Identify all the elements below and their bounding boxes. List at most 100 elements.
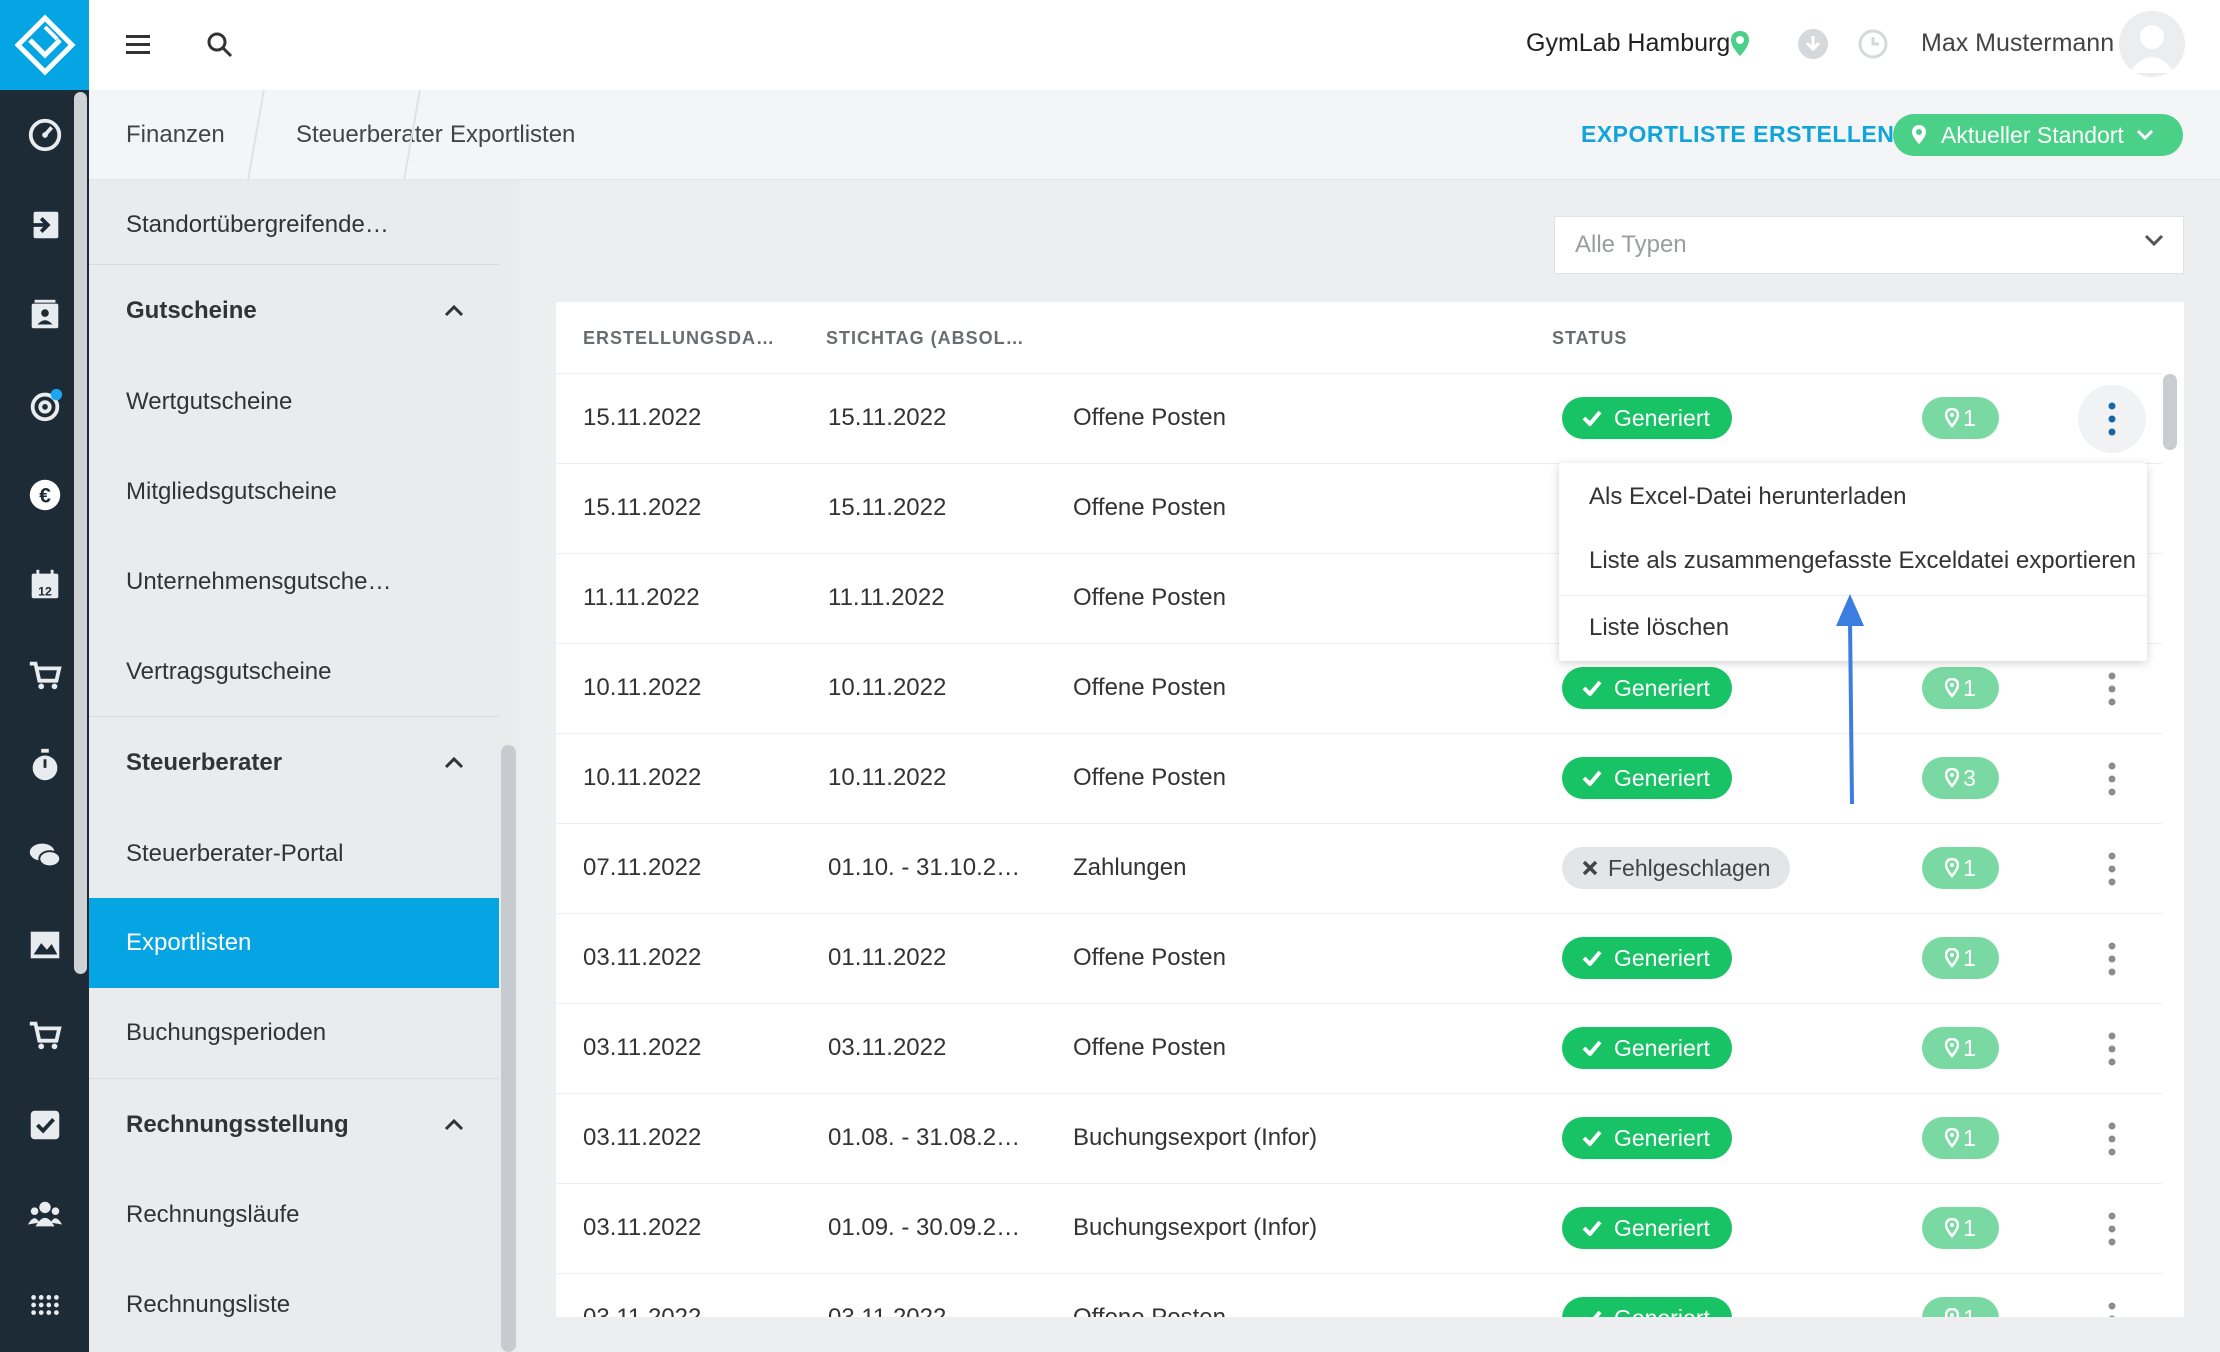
location-count-badge[interactable]: 1 [1922, 397, 1999, 439]
nav-item-wertgutscheine[interactable]: Wertgutscheine [89, 357, 499, 447]
location-count-badge[interactable]: 1 [1922, 847, 1999, 889]
clock-icon[interactable] [1857, 28, 1889, 65]
row-actions-button[interactable] [2078, 1105, 2146, 1173]
status-label: Fehlgeschlagen [1608, 854, 1771, 881]
check-icon [1585, 1310, 1602, 1317]
map-pin-icon [1945, 1128, 1960, 1148]
kebab-menu-icon [2108, 402, 2116, 436]
row-actions-button[interactable] [2078, 835, 2146, 903]
apps-icon[interactable] [0, 1260, 89, 1350]
kebab-menu-icon [2108, 1122, 2116, 1156]
row-actions-button[interactable] [2078, 1195, 2146, 1263]
table-scrollbar[interactable] [2163, 374, 2177, 450]
row-actions-button[interactable] [2078, 745, 2146, 813]
column-header-due-date[interactable]: STICHTAG (ABSOL… [826, 328, 1025, 349]
menu-item-excel-download[interactable]: Als Excel-Datei herunterladen [1559, 465, 2147, 529]
avatar-icon[interactable] [2119, 11, 2185, 77]
location-dropdown[interactable]: Aktueller Standort [1893, 114, 2183, 156]
location-count-badge[interactable]: 1 [1922, 1117, 1999, 1159]
cell-due-date: 01.10. - 31.10.2… [828, 854, 1021, 881]
divider [89, 716, 499, 717]
cart-icon[interactable] [0, 990, 89, 1080]
row-actions-button[interactable] [2078, 1285, 2146, 1317]
menu-icon[interactable] [118, 24, 160, 66]
table-row[interactable]: 03.11.2022 01.08. - 31.08.2… Buchungsexpor… [556, 1093, 2162, 1183]
nav-item-steuerberater-portal[interactable]: Steuerberater-Portal [89, 809, 499, 899]
cell-created: 03.11.2022 [583, 1214, 702, 1241]
status-badge: Generiert [1562, 1027, 1732, 1069]
nav-item-rechnungslaeufe[interactable]: Rechnungsläufe [89, 1170, 499, 1260]
nav-group-rechnungsstellung[interactable]: Rechnungsstellung [89, 1080, 499, 1170]
nav-item-label: Steuerberater-Portal [126, 840, 344, 867]
row-actions-button[interactable] [2078, 655, 2146, 723]
cell-type: Offene Posten [1073, 1304, 1226, 1317]
sidenav-scrollbar[interactable] [501, 745, 516, 1352]
nav-group-label: Rechnungsstellung [126, 1111, 349, 1138]
nav-item-vertragsgutscheine[interactable]: Vertragsgutscheine [89, 627, 499, 717]
cell-type: Offene Posten [1073, 1034, 1226, 1061]
user-name[interactable]: Max Mustermann [1921, 29, 2114, 58]
nav-group-gutscheine[interactable]: Gutscheine [89, 266, 499, 356]
breadcrumb-steuerberater[interactable]: Steuerberater [296, 121, 443, 149]
nav-item-unternehmensgutscheine[interactable]: Unternehmensgutsche… [89, 537, 499, 627]
cell-created: 10.11.2022 [583, 674, 702, 701]
table-row[interactable]: 07.11.2022 01.10. - 31.10.2… Zahlungen Fehl… [556, 823, 2162, 913]
row-actions-button[interactable] [2078, 1015, 2146, 1083]
nav-item-label: Standortübergreifende… [126, 211, 389, 238]
location-label: Aktueller Standort [1941, 121, 2124, 148]
menu-item-export-combined-excel[interactable]: Liste als zusammengefasste Exceldatei ex… [1559, 529, 2147, 593]
table-row[interactable]: 03.11.2022 01.09. - 30.09.2… Buchungsexpor… [556, 1183, 2162, 1273]
cell-created: 15.11.2022 [583, 404, 702, 431]
check-icon [1582, 1040, 1602, 1056]
check-icon [1582, 770, 1602, 786]
location-count-badge[interactable]: 1 [1922, 667, 1999, 709]
create-export-button[interactable]: EXPORTLISTE ERSTELLEN [1581, 121, 1894, 148]
row-actions-button[interactable] [2078, 925, 2146, 993]
location-count-badge[interactable]: 1 [1922, 937, 1999, 979]
type-filter-select[interactable]: Alle Typen [1554, 216, 2184, 274]
table-row[interactable]: 15.11.2022 15.11.2022 Offene Posten Generie… [556, 373, 2162, 463]
location-count-badge[interactable]: 1 [1922, 1297, 1999, 1317]
column-header-status[interactable]: STATUS [1552, 328, 1627, 349]
map-pin-icon [1945, 768, 1960, 788]
nav-item-rechnungsliste[interactable]: Rechnungsliste [89, 1260, 499, 1350]
location-count-badge[interactable]: 3 [1922, 757, 1999, 799]
location-count-badge[interactable]: 1 [1922, 1027, 1999, 1069]
column-header-created[interactable]: ERSTELLUNGSDA… [583, 328, 775, 349]
map-pin-icon [1945, 408, 1960, 428]
table-row[interactable]: 03.11.2022 01.11.2022 Offene Posten Generie… [556, 913, 2162, 1003]
cell-created: 15.11.2022 [583, 494, 702, 521]
app-logo[interactable] [0, 0, 89, 90]
search-icon[interactable] [199, 24, 241, 66]
cell-type: Zahlungen [1073, 854, 1187, 881]
row-actions-button[interactable] [2078, 385, 2146, 453]
check-icon [1582, 410, 1602, 426]
check-icon [1582, 950, 1602, 966]
nav-item-standortuebergreifende[interactable]: Standortübergreifende… [89, 180, 499, 270]
nav-item-buchungsperioden[interactable]: Buchungsperioden [89, 988, 499, 1078]
nav-group-steuerberater[interactable]: Steuerberater [89, 718, 499, 808]
status-badge: Generiert [1562, 397, 1732, 439]
tasks-icon[interactable] [0, 1080, 89, 1170]
check-icon [1582, 680, 1602, 696]
rail-scrollbar[interactable] [74, 92, 87, 974]
table-row[interactable]: 03.11.2022 03.11.2022 Offene Posten Generie… [556, 1273, 2162, 1317]
nav-item-label: Vertragsgutscheine [126, 658, 332, 685]
table-row[interactable]: 10.11.2022 10.11.2022 Offene Posten Generie… [556, 733, 2162, 823]
table-row[interactable]: 03.11.2022 03.11.2022 Offene Posten Generie… [556, 1003, 2162, 1093]
cell-created: 03.11.2022 [583, 1124, 702, 1151]
status-badge: Fehlgeschlagen [1562, 847, 1791, 889]
location-count: 3 [1963, 764, 1976, 791]
breadcrumb-finanzen[interactable]: Finanzen [126, 121, 225, 149]
kebab-menu-icon [2108, 942, 2116, 976]
nav-group-label: Gutscheine [126, 297, 257, 324]
nav-item-exportlisten[interactable]: Exportlisten [89, 898, 499, 988]
studio-name[interactable]: GymLab Hamburg [1526, 29, 1730, 58]
location-count-badge[interactable]: 1 [1922, 1207, 1999, 1249]
nav-item-mitgliedsgutscheine[interactable]: Mitgliedsgutscheine [89, 447, 499, 537]
download-icon[interactable] [1797, 28, 1829, 65]
team-icon[interactable] [0, 1170, 89, 1260]
annotation-arrow [1836, 594, 1864, 805]
nav-item-label: Rechnungsliste [126, 1291, 291, 1318]
cell-type: Offene Posten [1073, 944, 1226, 971]
